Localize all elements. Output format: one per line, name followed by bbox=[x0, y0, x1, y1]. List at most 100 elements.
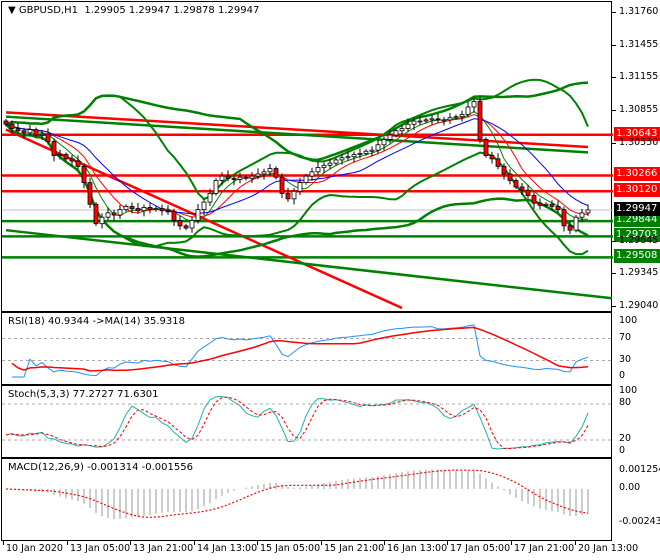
rsi-axis-label: 30 bbox=[619, 353, 632, 365]
candle bbox=[165, 210, 171, 213]
stoch-d-line bbox=[5, 396, 589, 449]
time-axis-tick bbox=[321, 540, 322, 545]
candle bbox=[213, 180, 219, 194]
candle bbox=[45, 133, 51, 142]
macd-title: MACD(12,26,9) -0.001314 -0.001556 bbox=[8, 462, 193, 473]
candle bbox=[537, 202, 543, 206]
price-panel[interactable]: ▼ GBPUSD,H1 1.29905 1.29947 1.29878 1.29… bbox=[1, 1, 613, 312]
candle bbox=[525, 189, 531, 196]
candle bbox=[255, 173, 261, 177]
stoch-title: Stoch(5,3,3) 77.2727 71.6301 bbox=[8, 389, 159, 400]
candle bbox=[117, 209, 123, 216]
candle bbox=[21, 130, 27, 134]
candle bbox=[423, 119, 429, 122]
price-axis-tick bbox=[612, 273, 616, 275]
time-axis-tick bbox=[575, 540, 576, 545]
candle bbox=[15, 128, 21, 132]
candle bbox=[87, 182, 93, 205]
rsi-panel[interactable]: RSI(18) 40.9344 ->MA(14) 35.9318 bbox=[1, 312, 613, 385]
time-axis-tick bbox=[511, 540, 512, 545]
price-axis-tick bbox=[612, 109, 616, 111]
green-support-trend-line bbox=[5, 228, 613, 300]
candle bbox=[153, 208, 159, 211]
candle bbox=[159, 208, 165, 212]
stoch-axis-label: 20 bbox=[619, 433, 632, 444]
stoch-axis-label: 100 bbox=[619, 385, 638, 396]
candle bbox=[63, 154, 69, 160]
candle bbox=[171, 211, 177, 221]
price-axis-label: 1.30855 bbox=[619, 103, 659, 115]
candle bbox=[447, 117, 453, 121]
trading-chart: ▼ GBPUSD,H1 1.29905 1.29947 1.29878 1.29… bbox=[0, 0, 660, 560]
candle bbox=[93, 203, 99, 225]
candle bbox=[129, 206, 135, 209]
candle bbox=[405, 123, 411, 129]
candle bbox=[219, 175, 225, 181]
stochastic-panel[interactable]: Stoch(5,3,3) 77.2727 71.6301 bbox=[1, 385, 613, 458]
price-axis-tick bbox=[612, 12, 616, 13]
candle bbox=[231, 177, 237, 180]
candle bbox=[177, 220, 183, 227]
candle bbox=[183, 225, 189, 229]
candle bbox=[285, 193, 291, 200]
candle bbox=[279, 176, 285, 194]
candle bbox=[261, 171, 267, 175]
rsi-axis-label: 70 bbox=[619, 331, 632, 343]
price-axis-label: 1.29040 bbox=[619, 300, 659, 311]
macd-signal-line bbox=[5, 469, 589, 518]
time-axis-label: 10 Jan 2020 bbox=[6, 543, 63, 554]
collapse-triangle-icon[interactable]: ▼ bbox=[8, 5, 16, 16]
candle bbox=[519, 186, 525, 191]
candle bbox=[357, 153, 363, 155]
candle bbox=[243, 176, 249, 179]
candle bbox=[135, 208, 141, 212]
candle bbox=[51, 141, 57, 156]
macd-panel[interactable]: MACD(12,26,9) -0.001314 -0.001556 bbox=[1, 458, 612, 541]
candle bbox=[81, 166, 87, 184]
price-chart-svg bbox=[2, 78, 613, 310]
candle bbox=[237, 176, 243, 180]
candle bbox=[303, 175, 309, 184]
price-axis-label: 1.29345 bbox=[619, 267, 659, 279]
candle bbox=[513, 180, 519, 188]
candle bbox=[309, 171, 315, 177]
candle bbox=[531, 195, 537, 204]
level-price-tag: 1.30120 bbox=[614, 183, 660, 198]
candle bbox=[393, 130, 399, 136]
candle bbox=[495, 158, 501, 167]
time-axis-label: 14 Jan 13:00 bbox=[197, 543, 258, 554]
price-axis-label: 1.30550 bbox=[619, 136, 659, 148]
candle bbox=[333, 159, 339, 164]
macd-axis-label: -0.002435 bbox=[619, 516, 660, 528]
time-axis-tick bbox=[194, 540, 195, 545]
time-axis-tick bbox=[257, 540, 258, 545]
time-axis-tick bbox=[447, 540, 448, 545]
time-axis-label: 17 Jan 21:00 bbox=[514, 543, 575, 554]
symbol-header: ▼ GBPUSD,H1 1.29905 1.29947 1.29878 1.29… bbox=[8, 5, 259, 16]
candle bbox=[381, 138, 387, 146]
time-axis-tick bbox=[130, 540, 131, 545]
candle bbox=[375, 144, 381, 151]
candle bbox=[3, 120, 9, 125]
high-value: 1.29947 bbox=[128, 5, 171, 16]
symbol-label: GBPUSD,H1 bbox=[18, 5, 78, 16]
candle bbox=[549, 203, 555, 207]
candle bbox=[111, 212, 117, 216]
time-axis-label: 13 Jan 21:00 bbox=[133, 543, 194, 554]
time-axis-label: 20 Jan 13:00 bbox=[578, 543, 639, 554]
price-axis-tick bbox=[612, 306, 616, 307]
candle bbox=[189, 220, 195, 229]
candle bbox=[105, 212, 111, 218]
price-axis-tick bbox=[612, 142, 616, 144]
candle bbox=[501, 166, 507, 175]
candle bbox=[267, 168, 273, 173]
candle bbox=[417, 120, 423, 123]
macd-axis-label: 0.001254 bbox=[619, 464, 660, 476]
candle bbox=[459, 114, 465, 118]
time-axis-label: 17 Jan 05:00 bbox=[450, 543, 511, 554]
candle bbox=[201, 201, 207, 211]
price-axis-tick bbox=[612, 44, 616, 46]
candle bbox=[387, 134, 393, 140]
level-price-tag: 1.29508 bbox=[614, 249, 660, 264]
time-axis-label: 15 Jan 05:00 bbox=[260, 543, 321, 554]
